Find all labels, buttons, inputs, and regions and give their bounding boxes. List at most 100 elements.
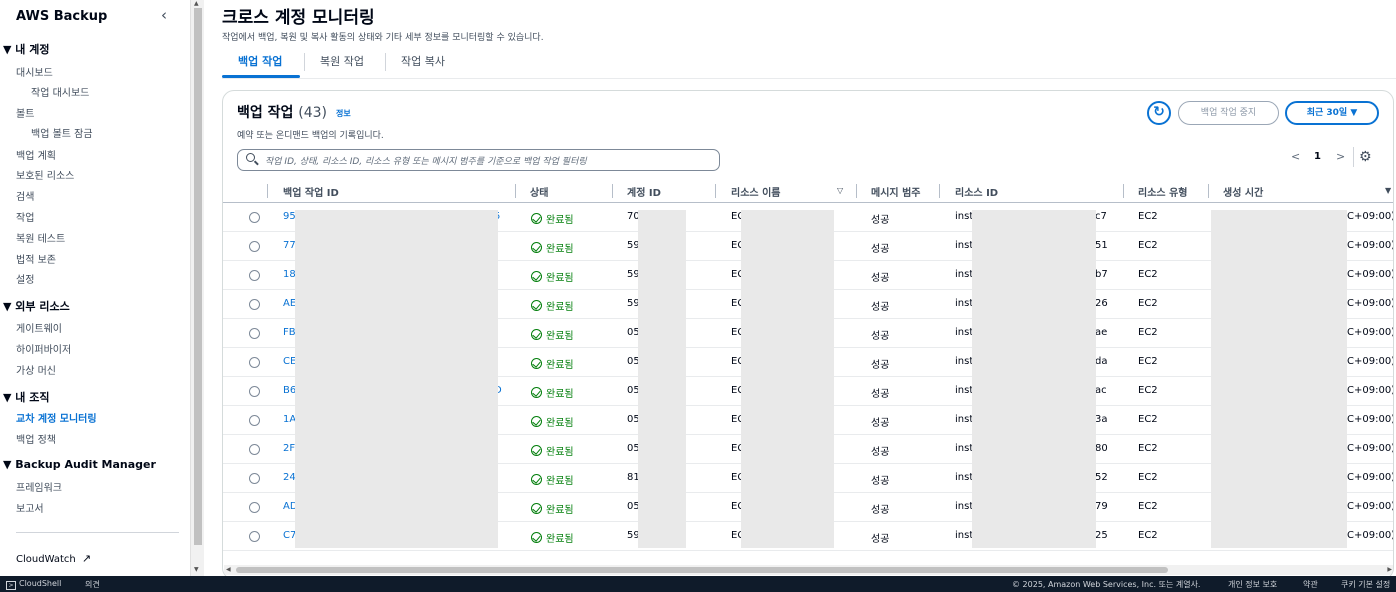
- sidebar-item-backup-policies[interactable]: 백업 정책: [16, 431, 56, 446]
- feedback-link[interactable]: 의견: [85, 579, 100, 590]
- message-category: 성공: [871, 447, 890, 458]
- status-badge: 완료됨: [531, 240, 574, 255]
- resource-id: inst: [955, 385, 974, 396]
- column-header-account-id[interactable]: 계정 ID: [627, 184, 661, 199]
- backup-jobs-container: 백업 작업 (43) 정보 예약 또는 온디맨드 백업의 기록입니다. ↻ 백업…: [222, 90, 1394, 580]
- success-check-icon: [531, 387, 542, 398]
- resource-id-tail: 26: [1095, 298, 1108, 309]
- scroll-down-icon[interactable]: ▼: [194, 566, 199, 573]
- column-header-message-category[interactable]: 메시지 범주: [871, 184, 920, 199]
- row-select-radio[interactable]: [249, 270, 260, 281]
- resource-type: EC2: [1138, 211, 1158, 222]
- column-header-job-id[interactable]: 백업 작업 ID: [283, 184, 339, 199]
- sidebar-item-gateways[interactable]: 게이트웨이: [16, 320, 62, 335]
- sidebar-section-my-account[interactable]: ▼ 내 계정: [3, 41, 49, 57]
- column-header-status[interactable]: 상태: [530, 184, 548, 199]
- page-description: 작업에서 백업, 복원 및 복사 활동의 상태와 기타 세부 정보를 모니터링할…: [222, 33, 544, 43]
- resource-id-tail: 51: [1095, 240, 1108, 251]
- tab-restore-jobs[interactable]: 복원 작업: [320, 53, 364, 69]
- sidebar-item-legal-holds[interactable]: 법적 보존: [16, 251, 56, 266]
- sidebar-item-settings[interactable]: 설정: [16, 271, 34, 286]
- resource-id: inst: [955, 443, 974, 454]
- row-select-radio[interactable]: [249, 531, 260, 542]
- refresh-button[interactable]: ↻: [1147, 101, 1171, 125]
- gear-icon[interactable]: ⚙: [1359, 149, 1372, 165]
- creation-time: C+09:00): [1347, 530, 1394, 541]
- backup-job-id-link[interactable]: 2F: [283, 443, 295, 454]
- row-select-radio[interactable]: [249, 299, 260, 310]
- scroll-right-icon[interactable]: ▶: [1387, 566, 1392, 573]
- sidebar-item-jobs[interactable]: 작업: [16, 209, 34, 224]
- external-link-icon: ↗: [81, 552, 92, 565]
- horizontal-scroll-thumb[interactable]: [236, 567, 1168, 573]
- resource-type: EC2: [1138, 530, 1158, 541]
- current-page-number[interactable]: 1: [1314, 151, 1321, 162]
- cloudshell-button[interactable]: > CloudShell: [6, 579, 61, 590]
- scroll-up-icon[interactable]: ▲: [194, 0, 199, 7]
- success-check-icon: [531, 474, 542, 485]
- backup-job-id-link[interactable]: 18: [283, 269, 296, 280]
- row-select-radio[interactable]: [249, 386, 260, 397]
- column-separator: [1208, 184, 1209, 198]
- sidebar-item-dashboard[interactable]: 대시보드: [16, 64, 53, 79]
- sort-descending-icon[interactable]: ▼: [1385, 186, 1391, 195]
- sidebar-item-jobs-dashboard[interactable]: 작업 대시보드: [31, 84, 89, 99]
- tab-backup-jobs[interactable]: 백업 작업: [238, 53, 282, 69]
- backup-job-id-link[interactable]: 77: [283, 240, 296, 251]
- column-header-creation-time[interactable]: 생성 시간: [1223, 184, 1263, 199]
- sidebar-item-vault-lock[interactable]: 백업 볼트 잠금: [31, 125, 93, 140]
- resource-id-tail: c7: [1095, 211, 1107, 222]
- sidebar-item-vaults[interactable]: 볼트: [16, 105, 34, 120]
- sidebar-item-frameworks[interactable]: 프레임워크: [16, 479, 62, 494]
- sidebar-section-external-resources[interactable]: ▼ 외부 리소스: [3, 298, 70, 314]
- creation-time: C+09:00): [1347, 385, 1394, 396]
- column-header-resource-type[interactable]: 리소스 유형: [1138, 184, 1187, 199]
- sidebar-item-cross-account-monitoring[interactable]: 교차 계정 모니터링: [16, 410, 97, 425]
- sidebar-item-protected-resources[interactable]: 보호된 리소스: [16, 167, 74, 182]
- stop-backup-job-button[interactable]: 백업 작업 중지: [1178, 101, 1279, 125]
- date-range-dropdown[interactable]: 최근 30일 ▼: [1285, 101, 1379, 125]
- sidebar-section-audit-manager[interactable]: ▼ Backup Audit Manager: [3, 458, 156, 471]
- resource-id: inst: [955, 298, 974, 309]
- sidebar-item-restore-testing[interactable]: 복원 테스트: [16, 230, 65, 245]
- privacy-link[interactable]: 개인 정보 보호: [1228, 579, 1277, 590]
- sort-descending-icon[interactable]: ▽: [837, 186, 843, 195]
- column-header-resource-id[interactable]: 리소스 ID: [955, 184, 998, 199]
- resource-id-tail: ac: [1095, 385, 1107, 396]
- sidebar-item-hypervisors[interactable]: 하이퍼바이저: [16, 341, 71, 356]
- row-select-radio[interactable]: [249, 502, 260, 513]
- row-select-radio[interactable]: [249, 415, 260, 426]
- sidebar-item-virtual-machines[interactable]: 가상 머신: [16, 362, 56, 377]
- sidebar-item-cloudwatch[interactable]: CloudWatch ↗: [16, 552, 91, 565]
- row-select-radio[interactable]: [249, 328, 260, 339]
- sidebar-section-my-organization[interactable]: ▼ 내 조직: [3, 389, 49, 405]
- sidebar-scroll-thumb[interactable]: [194, 8, 202, 545]
- sidebar-item-search[interactable]: 검색: [16, 188, 34, 203]
- backup-job-id-link[interactable]: 95: [283, 211, 296, 222]
- info-link[interactable]: 정보: [336, 108, 351, 119]
- tab-copy-jobs[interactable]: 작업 복사: [401, 53, 445, 69]
- table-header: 백업 작업 ID 상태 계정 ID 리소스 이름 ▽ 메시지 범주 리소스 ID…: [223, 179, 1393, 203]
- previous-page-button[interactable]: <: [1291, 150, 1300, 163]
- resource-id: inst: [955, 414, 974, 425]
- row-select-radio[interactable]: [249, 444, 260, 455]
- backup-job-id-link[interactable]: 24: [283, 472, 296, 483]
- row-select-radio[interactable]: [249, 357, 260, 368]
- backup-job-id-link[interactable]: FB: [283, 327, 296, 338]
- next-page-button[interactable]: >: [1336, 150, 1345, 163]
- row-select-radio[interactable]: [249, 212, 260, 223]
- horizontal-scrollbar[interactable]: ◀ ▶: [224, 565, 1393, 575]
- filter-search-input[interactable]: 작업 ID, 상태, 리소스 ID, 리소스 유형 또는 메시지 범주를 기준으…: [237, 149, 720, 171]
- sidebar-divider: [16, 532, 179, 533]
- chevron-left-icon[interactable]: ‹: [161, 6, 167, 24]
- success-check-icon: [531, 329, 542, 340]
- terms-link[interactable]: 약관: [1303, 579, 1318, 590]
- row-select-radio[interactable]: [249, 473, 260, 484]
- sidebar-item-backup-plans[interactable]: 백업 계획: [16, 147, 56, 162]
- sidebar-item-reports[interactable]: 보고서: [16, 500, 44, 515]
- column-header-resource-name[interactable]: 리소스 이름: [731, 184, 780, 199]
- scroll-left-icon[interactable]: ◀: [226, 566, 231, 573]
- cookie-preferences-link[interactable]: 쿠키 기본 설정: [1341, 579, 1390, 590]
- row-select-radio[interactable]: [249, 241, 260, 252]
- sidebar-scrollbar[interactable]: ▲ ▼: [190, 0, 204, 576]
